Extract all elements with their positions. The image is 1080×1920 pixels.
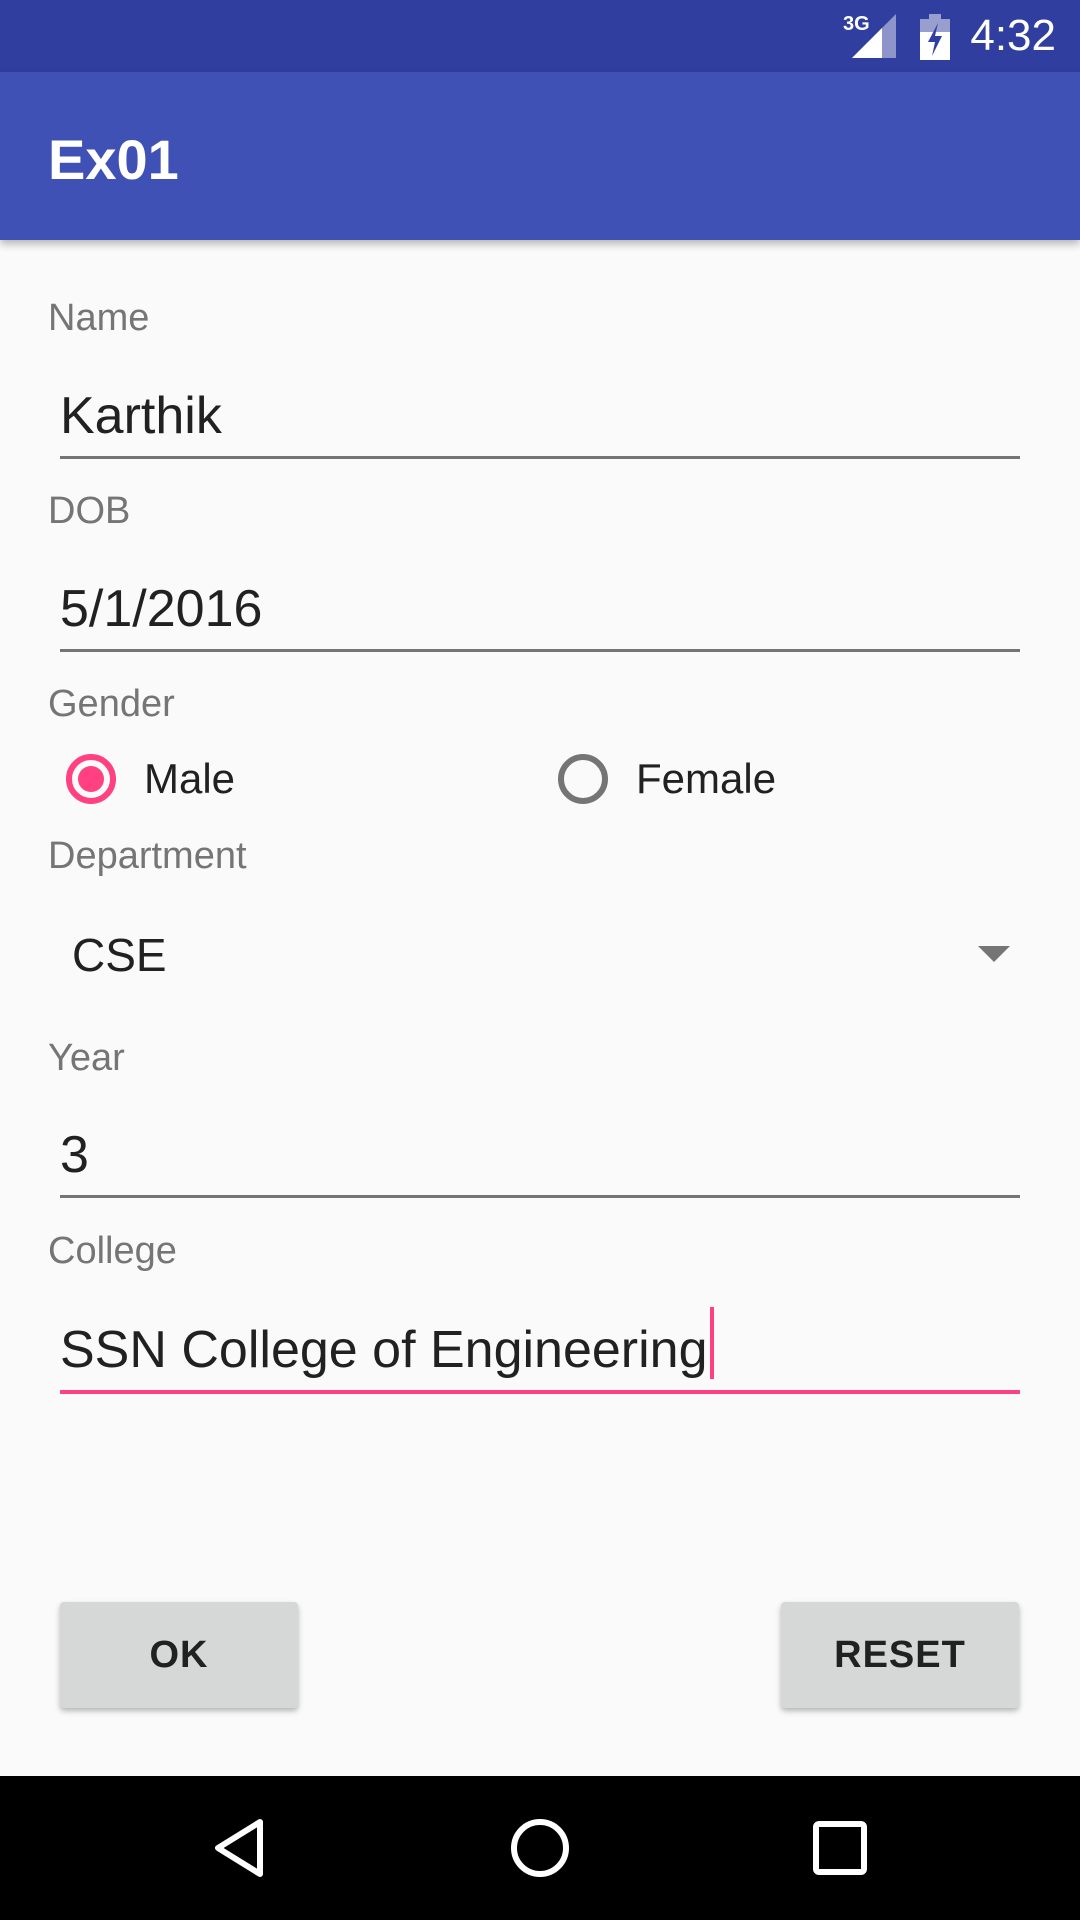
year-label: Year: [48, 1037, 125, 1079]
gender-label: Gender: [48, 683, 175, 725]
radio-female-label: Female: [636, 755, 777, 802]
department-value: CSE: [72, 929, 167, 981]
app-bar: Ex01: [0, 72, 1080, 240]
battery-charging-icon: [920, 14, 950, 60]
recents-icon[interactable]: [808, 1816, 872, 1880]
department-label: Department: [48, 835, 247, 877]
college-input[interactable]: SSN College of Engineering: [60, 1307, 1020, 1394]
college-value: SSN College of Engineering: [60, 1321, 708, 1379]
department-spinner[interactable]: CSE: [48, 910, 1020, 1000]
dropdown-arrow-icon: [978, 946, 1010, 962]
dob-value: 5/1/2016: [60, 580, 263, 638]
radio-male[interactable]: Male: [66, 744, 235, 814]
year-value: 3: [60, 1126, 89, 1184]
back-icon[interactable]: [208, 1816, 272, 1880]
radio-checked-icon: [66, 754, 116, 804]
home-icon[interactable]: [508, 1816, 572, 1880]
year-input[interactable]: 3: [60, 1121, 1020, 1198]
dob-input[interactable]: 5/1/2016: [60, 575, 1020, 652]
name-input[interactable]: Karthik: [60, 382, 1020, 459]
dob-label: DOB: [48, 490, 131, 532]
radio-unchecked-icon: [558, 754, 608, 804]
app-title: Ex01: [48, 128, 179, 191]
status-bar: 3G 4:32: [0, 0, 1080, 72]
navigation-bar: [0, 1776, 1080, 1920]
ok-button[interactable]: OK: [60, 1602, 298, 1708]
name-label: Name: [48, 297, 150, 339]
text-cursor: [709, 1307, 714, 1379]
college-label: College: [48, 1230, 177, 1272]
reset-button[interactable]: RESET: [781, 1602, 1019, 1708]
status-time: 4:32: [970, 11, 1056, 60]
name-value: Karthik: [60, 387, 222, 445]
signal-icon: [852, 14, 896, 58]
radio-female[interactable]: Female: [558, 744, 776, 814]
radio-male-label: Male: [144, 755, 236, 802]
